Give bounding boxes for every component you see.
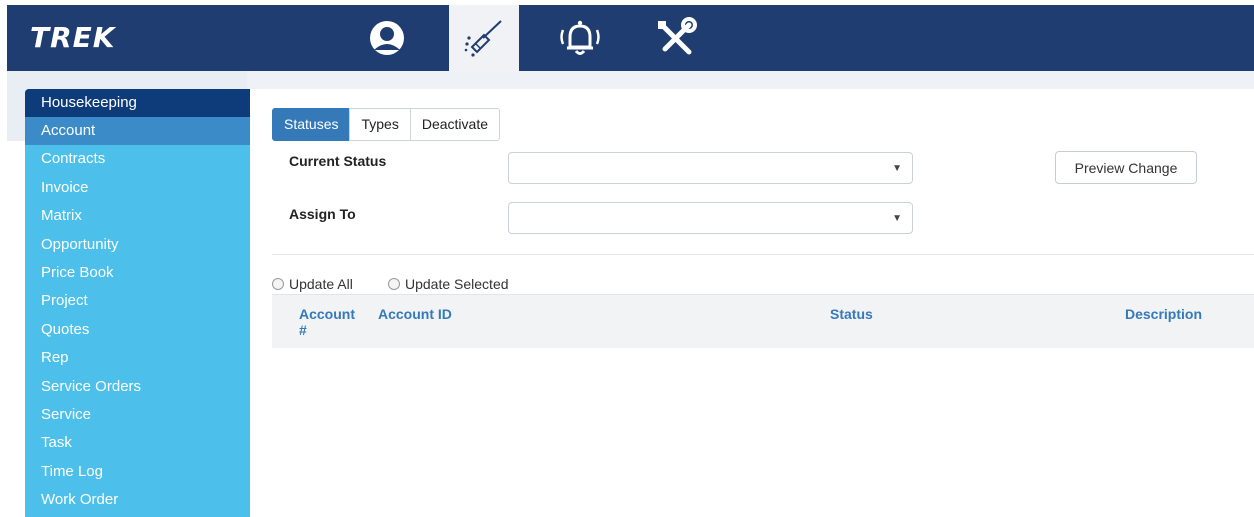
sidebar-item-quotes[interactable]: Quotes <box>25 316 250 344</box>
tools-icon[interactable] <box>641 5 711 71</box>
sidebar-item-opportunity[interactable]: Opportunity <box>25 231 250 259</box>
user-icon[interactable] <box>352 5 422 71</box>
tab-deactivate[interactable]: Deactivate <box>409 108 500 141</box>
sidebar-item-task[interactable]: Task <box>25 429 250 457</box>
sidebar-item-project[interactable]: Project <box>25 287 250 315</box>
sidebar: Housekeeping Account Contracts Invoice M… <box>25 89 250 517</box>
update-selected-radio[interactable] <box>388 278 400 290</box>
sidebar-item-matrix[interactable]: Matrix <box>25 202 250 230</box>
bell-icon[interactable] <box>545 5 615 71</box>
sidebar-item-account[interactable]: Account <box>25 117 250 146</box>
broom-icon[interactable] <box>449 5 519 71</box>
sidebar-item-invoice[interactable]: Invoice <box>25 174 250 202</box>
trek-logo[interactable]: TREK <box>30 21 115 54</box>
assign-to-select[interactable]: ▼ <box>508 202 913 234</box>
update-all-radio[interactable] <box>272 278 284 290</box>
preview-change-button[interactable]: Preview Change <box>1055 151 1197 184</box>
assign-to-label: Assign To <box>289 206 356 222</box>
column-header-account-id[interactable]: Account ID <box>378 306 452 322</box>
sidebar-header: Housekeeping <box>25 89 250 117</box>
sidebar-item-price-book[interactable]: Price Book <box>25 259 250 287</box>
column-header-description[interactable]: Description <box>1125 306 1202 322</box>
tab-statuses[interactable]: Statuses <box>272 108 351 141</box>
current-status-select[interactable]: ▼ <box>508 152 913 184</box>
caret-down-icon: ▼ <box>892 213 902 224</box>
sidebar-item-rep[interactable]: Rep <box>25 344 250 372</box>
column-header-status[interactable]: Status <box>830 306 873 322</box>
column-header-account-number-line1: Account <box>299 306 355 322</box>
section-divider <box>272 254 1254 255</box>
update-all-option[interactable]: Update All <box>272 276 353 292</box>
top-nav-bar: TREK <box>7 5 1254 71</box>
column-header-account-number-line2: # <box>299 322 307 338</box>
update-all-label: Update All <box>289 276 353 292</box>
sidebar-item-service-orders[interactable]: Service Orders <box>25 373 250 401</box>
update-selected-option[interactable]: Update Selected <box>388 276 509 292</box>
sidebar-item-contracts[interactable]: Contracts <box>25 145 250 173</box>
current-status-label: Current Status <box>289 153 387 169</box>
caret-down-icon: ▼ <box>892 163 902 174</box>
column-header-account-number[interactable]: Account # <box>299 306 355 338</box>
table-header: Account # Account ID Status Description <box>272 294 1254 348</box>
tab-types[interactable]: Types <box>349 108 411 141</box>
update-selected-label: Update Selected <box>405 276 509 292</box>
tab-group: Statuses Types Deactivate <box>272 108 500 141</box>
sidebar-item-work-order[interactable]: Work Order <box>25 486 250 514</box>
sidebar-item-service[interactable]: Service <box>25 401 250 429</box>
sidebar-item-time-log[interactable]: Time Log <box>25 458 250 486</box>
